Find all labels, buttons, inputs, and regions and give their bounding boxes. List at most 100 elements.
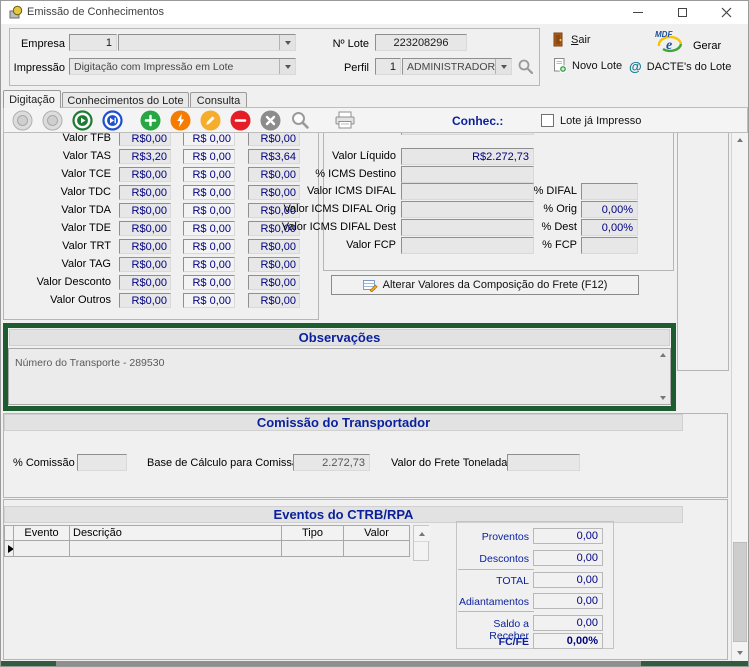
freight-value-field-col1[interactable]: R$3,20	[119, 149, 171, 164]
total-field: 0,00	[533, 572, 603, 588]
comissao-header: Comissão do Transportador	[4, 414, 683, 431]
freight-value-field-col2[interactable]: R$ 0,00	[183, 293, 235, 308]
freight-value-field-col2[interactable]: R$ 0,00	[183, 185, 235, 200]
search-button[interactable]	[290, 110, 310, 130]
freight-value-field-col2[interactable]: R$ 0,00	[183, 275, 235, 290]
grid-cell-evento[interactable]	[13, 540, 70, 557]
observacoes-textarea[interactable]: Número do Transporte - 289530	[8, 348, 671, 405]
main-scrollbar[interactable]	[731, 132, 748, 661]
grid-col-valor[interactable]: Valor	[343, 525, 410, 541]
freight-value-field-col1[interactable]: R$0,00	[119, 239, 171, 254]
pct-difal-field[interactable]	[581, 183, 638, 200]
scroll-up-icon	[737, 138, 743, 142]
grid-col-descricao[interactable]: Descrição	[69, 525, 282, 541]
print-button[interactable]	[334, 110, 356, 130]
maximize-button[interactable]	[660, 1, 704, 24]
main-scroll-up-button[interactable]	[732, 132, 748, 148]
impressao-combo[interactable]: Digitação com Impressão em Lote	[69, 58, 296, 75]
gerar-label[interactable]: Gerar	[693, 40, 721, 52]
freight-value-field-col2[interactable]: R$ 0,00	[183, 132, 235, 146]
quick-post-button[interactable]	[170, 110, 191, 131]
freight-value-field-col1[interactable]: R$0,00	[119, 167, 171, 182]
main-scroll-thumb[interactable]	[733, 542, 747, 642]
delete-record-button[interactable]	[230, 110, 251, 131]
tab-consulta[interactable]: Consulta	[190, 92, 247, 108]
tab-digitacao[interactable]: Digitação	[3, 90, 61, 108]
perfil-combo[interactable]: ADMINISTRADOR	[402, 58, 512, 75]
adiantamentos-field: 0,00	[533, 593, 603, 609]
minimize-button[interactable]	[616, 1, 660, 24]
freight-value-field-col2[interactable]: R$ 0,00	[183, 221, 235, 236]
tab-conhecimentos-do-lote[interactable]: Conhecimentos do Lote	[62, 92, 189, 108]
freight-value-field-col2[interactable]: R$ 0,00	[183, 167, 235, 182]
freight-value-field-col1[interactable]: R$0,00	[119, 275, 171, 290]
pct-icms-destino-field[interactable]	[401, 166, 534, 183]
grid-scrollbar[interactable]	[413, 525, 429, 561]
base-calculo-field[interactable]: 2.272,73	[293, 454, 370, 471]
conhec-label: Conhec.:	[452, 114, 503, 128]
main-scroll-down-button[interactable]	[732, 645, 748, 661]
freight-value-field-col3[interactable]: R$0,00	[248, 275, 300, 290]
scroll-down-icon[interactable]	[660, 396, 666, 400]
mdfe-logo-icon[interactable]: MDF e	[651, 28, 689, 55]
freight-value-field-col1[interactable]: R$0,00	[119, 293, 171, 308]
grid-col-evento[interactable]: Evento	[13, 525, 70, 541]
lote-ja-impresso-checkbox[interactable]	[541, 114, 554, 127]
total-label: TOTAL	[451, 575, 529, 587]
scroll-down-icon	[737, 651, 743, 655]
cancel-button[interactable]	[260, 110, 281, 131]
next-record-button[interactable]	[72, 110, 93, 131]
perfil-code-field[interactable]: 1	[375, 58, 401, 75]
freight-value-field-col1[interactable]: R$0,00	[119, 257, 171, 272]
first-record-button[interactable]	[12, 110, 33, 131]
edit-table-icon	[363, 279, 378, 292]
freight-value-field-col3[interactable]: R$0,00	[248, 293, 300, 308]
proventos-field: 0,00	[533, 528, 603, 544]
pct-dest-field[interactable]: 0,00%	[581, 219, 638, 236]
freight-value-field-col1[interactable]: R$0,00	[119, 221, 171, 236]
fcfe-label: FC/FE	[451, 636, 529, 648]
previous-record-button[interactable]	[42, 110, 63, 131]
last-record-button[interactable]	[102, 110, 123, 131]
app-icon	[8, 5, 23, 20]
freight-value-field-col2[interactable]: R$ 0,00	[183, 203, 235, 218]
grid-cell-descricao[interactable]	[69, 540, 282, 557]
chevron-down-icon	[285, 65, 291, 69]
dacte-button[interactable]: @ DACTE's do Lote	[629, 59, 731, 74]
valor-liquido-label: Valor Líquido	[246, 150, 396, 162]
close-button[interactable]	[704, 1, 748, 24]
alterar-valores-label: Alterar Valores da Composição do Frete (…	[383, 279, 608, 291]
freight-value-label: Valor TDE	[1, 222, 116, 234]
freight-value-field-col3[interactable]: R$0,00	[248, 132, 300, 146]
pct-fcp-label: % FCP	[501, 239, 577, 251]
freight-value-row: Valor Desconto R$0,00 R$ 0,00 R$0,00	[1, 273, 321, 291]
grid-cell-valor[interactable]	[343, 540, 410, 557]
pct-orig-field[interactable]: 0,00%	[581, 201, 638, 218]
sair-button[interactable]: Sair	[553, 32, 591, 47]
pct-comissao-field[interactable]	[77, 454, 127, 471]
add-record-button[interactable]	[140, 110, 161, 131]
frete-tonelada-field[interactable]	[507, 454, 580, 471]
valor-liquido-field[interactable]: R$2.272,73	[401, 148, 534, 165]
pct-fcp-field[interactable]	[581, 237, 638, 254]
scroll-up-icon[interactable]	[660, 353, 666, 357]
freight-value-field-col2[interactable]: R$ 0,00	[183, 149, 235, 164]
empresa-code-field[interactable]: 1	[69, 34, 117, 51]
grid-col-tipo[interactable]: Tipo	[281, 525, 344, 541]
empresa-combo[interactable]	[118, 34, 296, 51]
grid-scroll-up-button[interactable]	[414, 526, 430, 542]
grid-cell-tipo[interactable]	[281, 540, 344, 557]
freight-value-field-col1[interactable]: R$0,00	[119, 185, 171, 200]
freight-value-field-col2[interactable]: R$ 0,00	[183, 257, 235, 272]
freight-value-field-col1[interactable]: R$0,00	[119, 203, 171, 218]
freight-value-field-col3[interactable]: R$0,00	[248, 257, 300, 272]
novo-lote-button[interactable]: Novo Lote	[553, 58, 622, 73]
freight-value-field-col2[interactable]: R$ 0,00	[183, 239, 235, 254]
perfil-search-icon[interactable]	[517, 58, 534, 75]
alterar-valores-button[interactable]: Alterar Valores da Composição do Frete (…	[331, 275, 639, 295]
edit-record-button[interactable]	[200, 110, 221, 131]
freight-value-field-col1[interactable]: R$0,00	[119, 132, 171, 146]
maximize-icon	[678, 8, 687, 17]
lote-field[interactable]: 223208296	[375, 34, 467, 51]
fcfe-field: 0,00%	[533, 633, 603, 649]
